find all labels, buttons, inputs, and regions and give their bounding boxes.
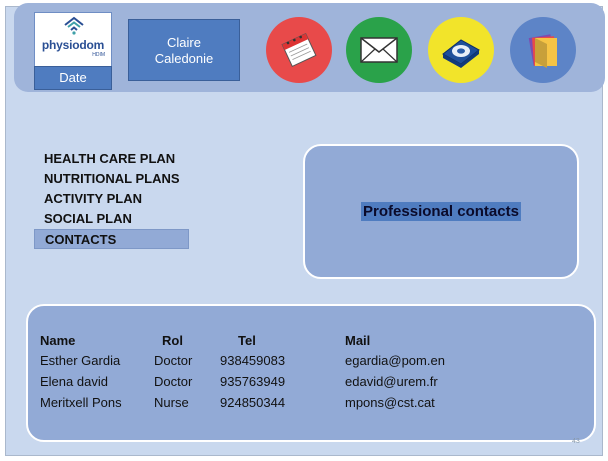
table-row[interactable]: Elena david Doctor 935763949 edavid@urem… bbox=[40, 374, 580, 394]
table-row[interactable]: Meritxell Pons Nurse 924850344 mpons@cst… bbox=[40, 395, 580, 415]
contact-mail[interactable]: edavid@urem.fr bbox=[345, 374, 438, 389]
header-rol: Rol bbox=[162, 333, 183, 348]
professional-contacts-panel: Professional contacts bbox=[303, 144, 579, 279]
mail-icon bbox=[360, 37, 398, 63]
panel-title: Professional contacts bbox=[361, 202, 521, 221]
menu-item-health-care-plan[interactable]: HEALTH CARE PLAN bbox=[34, 149, 234, 169]
page-number: 43 bbox=[572, 438, 580, 445]
folders-icon bbox=[528, 34, 557, 68]
contact-tel: 935763949 bbox=[220, 374, 286, 389]
plan-menu: HEALTH CARE PLAN NUTRITIONAL PLANS ACTIV… bbox=[34, 149, 234, 249]
menu-item-nutritional-plans[interactable]: NUTRITIONAL PLANS bbox=[34, 169, 234, 189]
user-last-name: Caledonie bbox=[154, 51, 214, 66]
contact-rol: Nurse bbox=[154, 395, 189, 410]
calendar-button[interactable] bbox=[266, 17, 332, 83]
header-name: Name bbox=[40, 333, 76, 348]
contact-mail[interactable]: egardia@pom.en bbox=[345, 353, 445, 368]
scale-button[interactable] bbox=[428, 17, 494, 83]
table-row[interactable]: Esther Gardia Doctor 938459083 egardia@p… bbox=[40, 353, 580, 373]
scale-icon bbox=[442, 39, 480, 68]
contact-name: Elena david bbox=[40, 374, 108, 389]
menu-item-social-plan[interactable]: SOCIAL PLAN bbox=[34, 209, 234, 229]
header-tel: Tel bbox=[238, 333, 256, 348]
menu-item-activity-plan[interactable]: ACTIVITY PLAN bbox=[34, 189, 234, 209]
logo-house-icon bbox=[64, 16, 84, 35]
contact-name: Meritxell Pons bbox=[40, 395, 122, 410]
date-button[interactable]: Date bbox=[34, 66, 112, 90]
user-profile-box[interactable]: Claire Caledonie bbox=[128, 19, 240, 81]
contacts-table: Name Rol Tel Mail Esther Gardia Doctor 9… bbox=[26, 304, 596, 442]
contact-tel: 938459083 bbox=[220, 353, 286, 368]
logo-text: physiodom bbox=[41, 38, 105, 52]
contact-tel: 924850344 bbox=[220, 395, 286, 410]
mail-button[interactable] bbox=[346, 17, 412, 83]
contact-mail[interactable]: mpons@cst.cat bbox=[345, 395, 435, 410]
calendar-icon bbox=[281, 32, 317, 68]
contact-name: Esther Gardia bbox=[40, 353, 121, 368]
logo-subtext: HDIM bbox=[92, 52, 105, 58]
table-header: Name Rol Tel Mail bbox=[40, 333, 580, 353]
contact-rol: Doctor bbox=[154, 353, 193, 368]
user-first-name: Claire bbox=[167, 35, 201, 50]
folders-button[interactable] bbox=[510, 17, 576, 83]
contact-rol: Doctor bbox=[154, 374, 193, 389]
menu-item-contacts[interactable]: CONTACTS bbox=[34, 229, 189, 249]
header-mail: Mail bbox=[345, 333, 371, 348]
